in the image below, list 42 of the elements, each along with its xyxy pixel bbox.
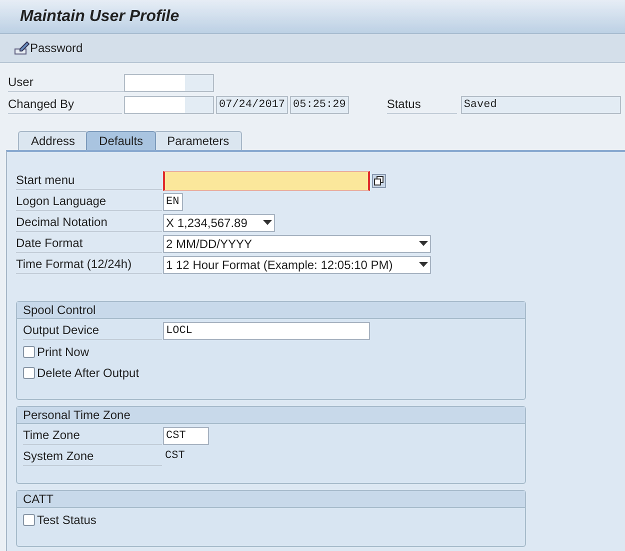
- field-label: Decimal Notation: [16, 214, 162, 232]
- checkbox-label: Print Now: [37, 344, 90, 360]
- tab[interactable]: Address: [18, 131, 88, 150]
- group-title: Personal Time Zone: [17, 407, 525, 424]
- field-value: CST: [164, 449, 186, 464]
- value-help-icon[interactable]: [372, 174, 386, 188]
- field-label: Time Format (12/24h): [16, 256, 162, 274]
- tab[interactable]: Parameters: [154, 131, 242, 150]
- tab[interactable]: Defaults: [86, 131, 156, 150]
- dropdown[interactable]: 2 MM/DD/YYYY: [163, 234, 431, 252]
- input-field[interactable]: EN: [163, 192, 183, 210]
- group-title: CATT: [17, 491, 525, 508]
- pencil-icon: [14, 41, 30, 55]
- group-title: Spool Control: [17, 302, 525, 319]
- checkbox[interactable]: [23, 366, 35, 378]
- field-label: Logon Language: [16, 192, 162, 210]
- dropdown[interactable]: X 1,234,567.89: [163, 214, 275, 232]
- checkbox[interactable]: [23, 346, 35, 358]
- input-field[interactable]: LOCL: [163, 322, 370, 340]
- field-label: System Zone: [23, 448, 162, 466]
- input-field[interactable]: [124, 74, 214, 92]
- field-label: Output Device: [23, 322, 162, 340]
- field-label: Time Zone: [23, 426, 162, 444]
- window-title: Maintain User Profile: [20, 6, 180, 26]
- field-label: Start menu: [16, 172, 162, 190]
- input-field[interactable]: [163, 170, 370, 190]
- caret-icon: [419, 262, 428, 267]
- checkbox-label: Test Status: [37, 512, 96, 528]
- checkbox[interactable]: [23, 514, 35, 526]
- field-label: Date Format: [16, 234, 162, 252]
- caret-icon: [419, 241, 428, 246]
- field-label: Status: [386, 96, 457, 114]
- checkbox-label: Delete After Output: [37, 364, 140, 382]
- field-label: Changed By: [8, 96, 122, 114]
- input-field[interactable]: [124, 96, 214, 114]
- status-field[interactable]: Saved: [460, 96, 621, 114]
- toolbar-button[interactable]: Password: [14, 39, 83, 57]
- caret-icon: [263, 220, 272, 225]
- input-field[interactable]: CST: [163, 426, 209, 444]
- date-field[interactable]: 07/24/2017: [216, 96, 288, 114]
- time-field[interactable]: 05:25:29: [290, 96, 349, 114]
- dropdown[interactable]: 1 12 Hour Format (Example: 12:05:10 PM): [163, 256, 431, 274]
